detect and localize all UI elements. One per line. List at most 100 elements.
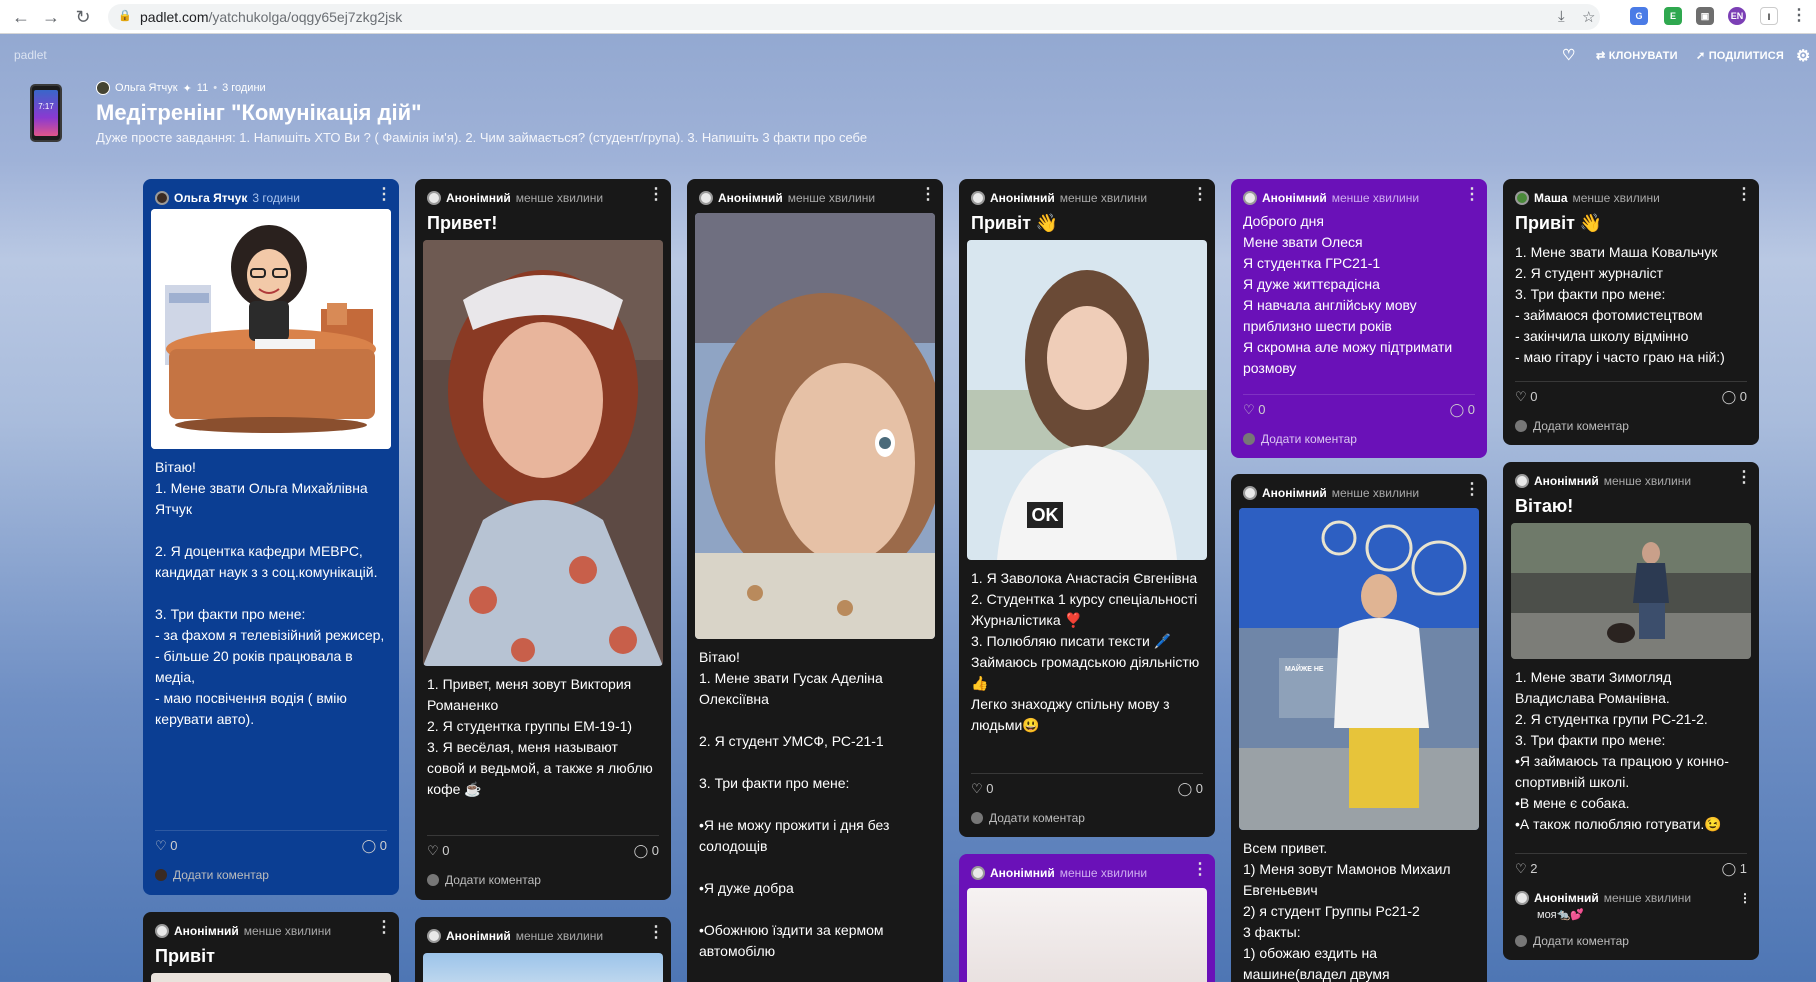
more-options-icon[interactable]: ⋮ xyxy=(1192,184,1208,204)
more-options-icon[interactable]: ⋮ xyxy=(648,922,664,942)
extension-icon[interactable]: ▣ xyxy=(1696,7,1714,25)
post-image[interactable] xyxy=(695,213,935,639)
comment-count[interactable]: ◯ 0 xyxy=(1450,402,1475,418)
board-wallpaper-thumbnail: 7:17 xyxy=(30,84,62,142)
evernote-extension-icon[interactable]: E xyxy=(1664,7,1682,25)
post-image[interactable]: МАЙЖЕ НЕ xyxy=(1239,508,1479,830)
add-comment-button[interactable]: Додати коментар xyxy=(143,861,399,889)
heart-icon: ♡ xyxy=(427,843,439,858)
post-card[interactable]: Ольга Ятчук 3 години ⋮ Вітаю! 1. Мене зват… xyxy=(143,179,399,895)
url-text: padlet.com/yatchukolga/oqgy65ej7zkg2jsk xyxy=(140,9,403,25)
like-button[interactable]: ♡ 0 xyxy=(1243,402,1266,418)
translate-extension-icon[interactable]: G xyxy=(1630,7,1648,25)
post-image[interactable] xyxy=(1511,523,1751,659)
heart-icon[interactable]: ♡ xyxy=(1562,46,1576,64)
reload-icon[interactable]: ↻ xyxy=(70,4,96,30)
post-time: менше хвилини xyxy=(1331,486,1420,500)
comment-count[interactable]: ◯ 0 xyxy=(1178,781,1203,797)
post-card[interactable]: Анонімний менше хвилини ⋮ Привет! 1. Приве… xyxy=(415,179,671,900)
more-options-icon[interactable]: ⋮ xyxy=(920,184,936,204)
post-time: менше хвилини xyxy=(243,924,332,938)
heart-icon: ♡ xyxy=(1243,402,1255,417)
comment-count[interactable]: ◯ 0 xyxy=(1722,389,1747,405)
i-extension-icon[interactable]: I xyxy=(1760,7,1778,25)
post-title: Привет! xyxy=(427,213,498,233)
post-card[interactable]: Анонімний менше хвилини ⋮ Привіт 👋 OK 1. Я… xyxy=(959,179,1215,837)
post-image[interactable] xyxy=(151,973,391,982)
post-card[interactable]: Анонімний менше хвилини ⋮ Вітаю! 1. Мене з… xyxy=(687,179,943,982)
more-options-icon[interactable]: ⋮ xyxy=(1464,479,1480,499)
add-comment-button[interactable]: Додати коментар xyxy=(1503,412,1759,440)
board-author[interactable]: Ольга Ятчук xyxy=(115,82,178,94)
forward-icon[interactable]: → xyxy=(38,4,64,30)
like-button[interactable]: ♡ 0 xyxy=(427,843,450,859)
avatar xyxy=(699,191,713,205)
post-image[interactable]: OK xyxy=(967,240,1207,560)
clone-button[interactable]: ⇄ КЛОНУВАТИ xyxy=(1596,49,1678,62)
post-body: Вітаю! 1. Мене звати Гусак Аделіна Олекс… xyxy=(699,649,890,959)
more-options-icon[interactable]: ⋮ xyxy=(376,917,392,937)
post-card[interactable]: Анонімний менше хвилини ⋮ МАЙЖЕ НЕ Всем пр… xyxy=(1231,474,1487,982)
like-button[interactable]: ♡ 0 xyxy=(971,781,994,797)
post-body: 1. Мене звати Зимогляд Владислава Романі… xyxy=(1515,669,1729,832)
post-card[interactable]: Анонімний менше хвилини ⋮ xyxy=(415,917,671,982)
add-comment-button[interactable]: Додати коментар xyxy=(1231,425,1487,453)
comment-count[interactable]: ◯ 0 xyxy=(634,843,659,859)
more-options-icon[interactable]: ⋮ xyxy=(376,184,392,204)
more-options-icon[interactable]: ⋮ xyxy=(1192,859,1208,879)
avatar xyxy=(1515,420,1527,432)
post-author: Анонімний xyxy=(718,191,783,205)
post-card[interactable]: Анонімний менше хвилини ⋮ Вітаю! 1. Мене з… xyxy=(1503,462,1759,960)
comment-icon: ◯ xyxy=(1721,861,1737,876)
post-image[interactable] xyxy=(967,888,1207,982)
settings-gear-icon[interactable]: ⚙ xyxy=(1796,46,1811,66)
padlet-logo[interactable]: padlet xyxy=(14,48,47,62)
heart-icon: ♡ xyxy=(1515,389,1527,404)
avatar xyxy=(427,929,441,943)
like-button[interactable]: ♡ 2 xyxy=(1515,861,1538,877)
clone-icon: ⇄ xyxy=(1596,50,1609,62)
avatar xyxy=(971,866,985,880)
post-body: Вітаю! 1. Мене звати Ольга Михайлівна Ят… xyxy=(155,459,385,727)
post-image[interactable] xyxy=(423,953,663,982)
add-comment-button[interactable]: Додати коментар xyxy=(415,866,671,894)
avatar xyxy=(971,812,983,824)
post-body: 1. Мене звати Маша Ковальчук 2. Я студен… xyxy=(1515,244,1725,365)
avatar xyxy=(96,81,110,95)
post-card[interactable]: Анонімний менше хвилини ⋮ Привіт xyxy=(143,912,399,982)
like-button[interactable]: ♡ 0 xyxy=(1515,389,1538,405)
post-card[interactable]: Маша менше хвилини ⋮ Привіт 👋 1. Мене зват… xyxy=(1503,179,1759,445)
address-bar[interactable]: 🔒 padlet.com/yatchukolga/oqgy65ej7zkg2js… xyxy=(108,4,1600,30)
back-icon[interactable]: ← xyxy=(8,4,34,30)
more-options-icon[interactable]: ⋮ xyxy=(1736,184,1752,204)
avatar xyxy=(155,191,169,205)
avatar xyxy=(427,874,439,886)
browser-toolbar: ← → ↻ 🔒 padlet.com/yatchukolga/oqgy65ej7… xyxy=(0,0,1816,34)
post-image[interactable] xyxy=(423,240,663,666)
comment-icon: ◯ xyxy=(1449,402,1465,417)
add-comment-button[interactable]: Додати коментар xyxy=(1503,927,1759,955)
add-comment-button[interactable]: Додати коментар xyxy=(959,804,1215,832)
comment-count[interactable]: ◯ 0 xyxy=(362,838,387,854)
menu-icon[interactable]: ⋮ xyxy=(1790,7,1808,25)
more-options-icon[interactable]: ⋮ xyxy=(648,184,664,204)
post-image[interactable] xyxy=(151,209,391,449)
post-title: Вітаю! xyxy=(1515,496,1574,516)
storefront-sign: МАЙЖЕ НЕ xyxy=(1285,666,1324,673)
more-options-icon[interactable]: ⋮ xyxy=(1464,184,1480,204)
post-card[interactable]: Анонімний менше хвилини ⋮ Доброго дня Мене… xyxy=(1231,179,1487,458)
board-time: 3 години xyxy=(222,82,266,94)
post-card[interactable]: Анонімний менше хвилини ⋮ xyxy=(959,854,1215,982)
more-options-icon[interactable]: ⋮ xyxy=(1739,891,1751,905)
language-extension-icon[interactable]: EN xyxy=(1728,7,1746,25)
share-button[interactable]: ➚ ПОДІЛИТИСЯ xyxy=(1696,49,1784,62)
like-button[interactable]: ♡ 0 xyxy=(155,838,178,854)
board-count: 11 xyxy=(196,82,209,94)
comment-count[interactable]: ◯ 1 xyxy=(1722,861,1747,877)
avatar xyxy=(155,869,167,881)
more-options-icon[interactable]: ⋮ xyxy=(1736,467,1752,487)
install-icon[interactable]: ⤓ xyxy=(1558,8,1565,25)
comment: Анонімний менше хвилини ⋮ моя🐀💕 xyxy=(1503,887,1759,921)
post-author: Анонімний xyxy=(174,924,239,938)
star-icon[interactable]: ☆ xyxy=(1582,8,1595,26)
